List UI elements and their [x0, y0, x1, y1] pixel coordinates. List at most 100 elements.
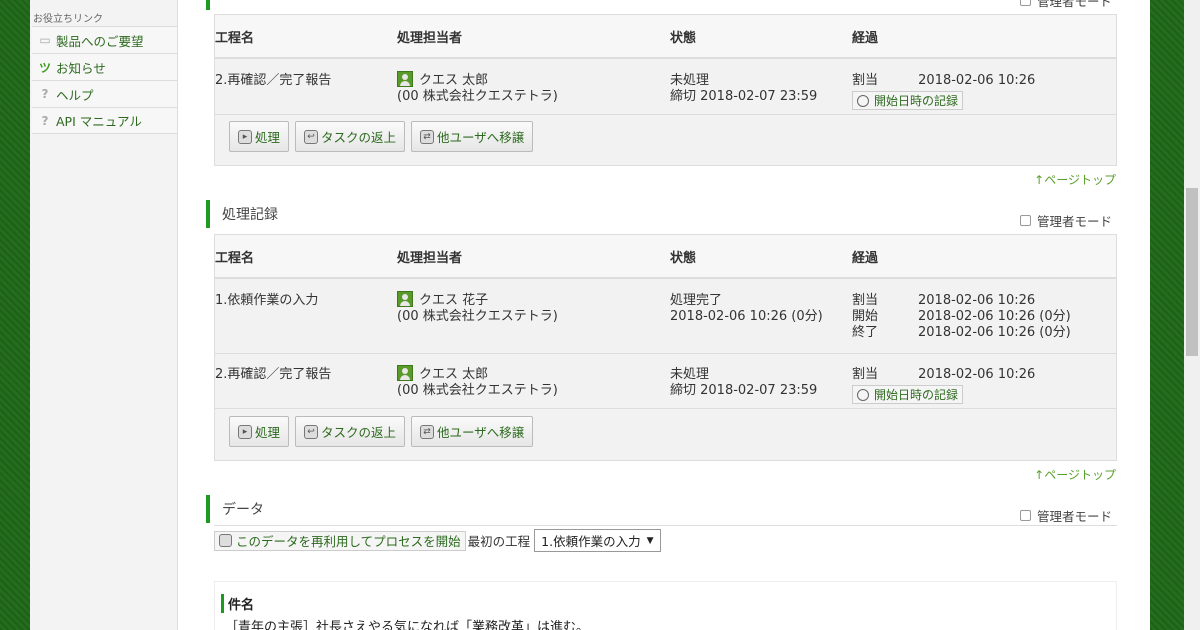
step-name: 1.依頼作業の入力 — [215, 293, 319, 308]
state-text: 未処理 — [670, 367, 710, 382]
page-top-link[interactable]: ↑ページトップ — [1034, 171, 1116, 188]
progress-label: 終了 — [852, 325, 879, 340]
task-state: 未処理 締切 2018-02-07 23:59 — [670, 73, 817, 105]
table-row: 2.再確認／完了報告 クエス 太郎 (00 株式会社クエステトラ) 未処理 締切… — [215, 355, 1116, 409]
assignee-name: クエス 太郎 — [419, 73, 489, 88]
first-step-select[interactable]: 1.依頼作業の入力 ▼ — [534, 529, 661, 552]
transfer-icon: ⇄ — [420, 129, 435, 144]
task-state: 未処理 締切 2018-02-07 23:59 — [670, 367, 817, 399]
admin-mode-checkbox[interactable] — [1020, 510, 1031, 521]
deadline-text: 締切 2018-02-07 23:59 — [670, 383, 818, 398]
process-label: 処理 — [255, 130, 281, 145]
admin-mode-toggle-data[interactable]: 管理者モード — [1020, 506, 1198, 525]
page-background-left — [0, 0, 30, 630]
return-task-button[interactable]: ↩ タスクの返上 — [295, 121, 406, 152]
section-title-data: データ — [206, 495, 264, 523]
admin-mode-checkbox[interactable] — [1020, 0, 1031, 6]
sidebar: お役立ちリンク ▭ 製品へのご要望 ツ お知らせ ? ヘルプ ? API マニュ… — [30, 0, 178, 630]
reuse-data-button[interactable]: このデータを再利用してプロセスを開始 — [214, 530, 466, 551]
record-start-button[interactable]: 開始日時の記録 — [852, 385, 964, 404]
user-icon — [397, 71, 413, 87]
sidebar-item-label: API マニュアル — [56, 114, 142, 129]
progress-labels: 割当 開始 終了 — [852, 293, 918, 341]
step-name: 2.再確認／完了報告 — [215, 73, 332, 88]
section-title-history: 処理記録 — [206, 200, 278, 228]
clock-icon — [857, 94, 869, 107]
table-header: 工程名 処理担当者 状態 経過 — [215, 15, 1116, 59]
sidebar-item-label: お知らせ — [56, 60, 106, 76]
assignee-org: (00 株式会社クエステトラ) — [397, 89, 558, 104]
progress-values: 2018-02-06 10:26 2018-02-06 10:26 (0分) 2… — [918, 293, 1071, 341]
progress-label: 開始 — [852, 309, 879, 324]
scrollbar[interactable] — [1184, 0, 1200, 630]
sidebar-item-news[interactable]: ツ お知らせ — [32, 53, 177, 80]
admin-mode-toggle-history[interactable]: 管理者モード — [1020, 211, 1198, 230]
assignee-name: クエス 花子 — [419, 293, 489, 308]
return-label: タスクの返上 — [321, 130, 397, 145]
state-text: 未処理 — [670, 73, 710, 88]
return-icon: ↩ — [304, 129, 319, 144]
col-step-header: 工程名 — [215, 31, 255, 46]
transfer-icon: ⇄ — [420, 424, 435, 439]
state-time: 2018-02-06 10:26 (0分) — [670, 309, 823, 324]
assigned-time: 2018-02-06 10:26 — [918, 367, 1036, 382]
transfer-button[interactable]: ⇄ 他ユーザへ移譲 — [411, 416, 534, 447]
progress-value: 2018-02-06 10:26 (0分) — [918, 325, 1071, 340]
table-header: 工程名 処理担当者 状態 経過 — [215, 235, 1116, 279]
task-state: 処理完了 2018-02-06 10:26 (0分) — [670, 293, 823, 325]
sidebar-item-label: ヘルプ — [56, 87, 94, 103]
progress-value: 2018-02-06 10:26 (0分) — [918, 309, 1071, 324]
admin-mode-label: 管理者モード — [1037, 214, 1113, 229]
sidebar-item-label: 製品へのご要望 — [56, 33, 144, 49]
chevron-down-icon: ▼ — [646, 535, 654, 546]
record-start-label: 開始日時の記録 — [874, 387, 959, 402]
col-assignee-header: 処理担当者 — [397, 251, 463, 266]
transfer-label: 他ユーザへ移譲 — [437, 130, 525, 145]
sidebar-item-help[interactable]: ? ヘルプ — [32, 80, 177, 107]
table-row: 1.依頼作業の入力 クエス 花子 (00 株式会社クエステトラ) 処理完了 20… — [215, 281, 1116, 354]
process-icon: ▸ — [238, 129, 252, 144]
process-button[interactable]: ▸ 処理 — [229, 121, 290, 152]
action-bar: ▸ 処理 ↩ タスクの返上 ⇄ 他ユーザへ移譲 — [229, 121, 534, 152]
notice-icon: ツ — [38, 60, 51, 75]
assignee-org: (00 株式会社クエステトラ) — [397, 383, 558, 398]
field-value: ［青年の主張］社長さえやる気になれば「業務改革」は進む。 — [225, 620, 590, 630]
col-assignee-header: 処理担当者 — [397, 31, 463, 46]
assignee: クエス 花子 (00 株式会社クエステトラ) — [397, 291, 558, 325]
process-icon: ▸ — [238, 424, 252, 439]
history-panel: 工程名 処理担当者 状態 経過 1.依頼作業の入力 クエス 花子 (00 株式会… — [214, 234, 1117, 461]
progress-value: 2018-02-06 10:26 — [918, 293, 1036, 308]
first-step-label: 最初の工程 — [467, 534, 531, 549]
col-progress-header: 経過 — [852, 31, 879, 46]
sidebar-item-api-manual[interactable]: ? API マニュアル — [32, 107, 177, 134]
step-name: 2.再確認／完了報告 — [215, 367, 332, 382]
return-icon: ↩ — [304, 424, 319, 439]
state-text: 処理完了 — [670, 293, 723, 308]
field-label: 件名 — [221, 594, 254, 613]
process-button[interactable]: ▸ 処理 — [229, 416, 290, 447]
transfer-label: 他ユーザへ移譲 — [437, 425, 525, 440]
assignee-name: クエス 太郎 — [419, 367, 489, 382]
user-icon — [397, 291, 413, 307]
deadline-text: 締切 2018-02-07 23:59 — [670, 89, 818, 104]
col-step-header: 工程名 — [215, 251, 255, 266]
assigned-label: 割当 — [852, 73, 879, 88]
admin-mode-toggle-top[interactable]: 管理者モード — [1020, 0, 1198, 10]
question-icon: ? — [41, 87, 49, 101]
current-task-panel: 工程名 処理担当者 状態 経過 2.再確認／完了報告 クエス 太郎 (00 株式… — [214, 14, 1117, 166]
divider — [214, 525, 1117, 526]
col-state-header: 状態 — [670, 251, 697, 266]
sidebar-heading: お役立ちリンク — [33, 14, 103, 25]
speech-icon: ▭ — [39, 33, 51, 47]
progress-label: 割当 — [852, 293, 879, 308]
transfer-button[interactable]: ⇄ 他ユーザへ移譲 — [411, 121, 534, 152]
sidebar-item-feedback[interactable]: ▭ 製品へのご要望 — [32, 26, 177, 53]
first-step-value: 1.依頼作業の入力 — [541, 534, 641, 549]
record-start-button[interactable]: 開始日時の記録 — [852, 91, 964, 110]
return-task-button[interactable]: ↩ タスクの返上 — [295, 416, 406, 447]
page-top-link[interactable]: ↑ページトップ — [1034, 466, 1116, 483]
admin-mode-label: 管理者モード — [1037, 0, 1113, 9]
admin-mode-checkbox[interactable] — [1020, 215, 1031, 226]
record-start-label: 開始日時の記録 — [874, 93, 959, 108]
reuse-icon — [219, 534, 232, 547]
